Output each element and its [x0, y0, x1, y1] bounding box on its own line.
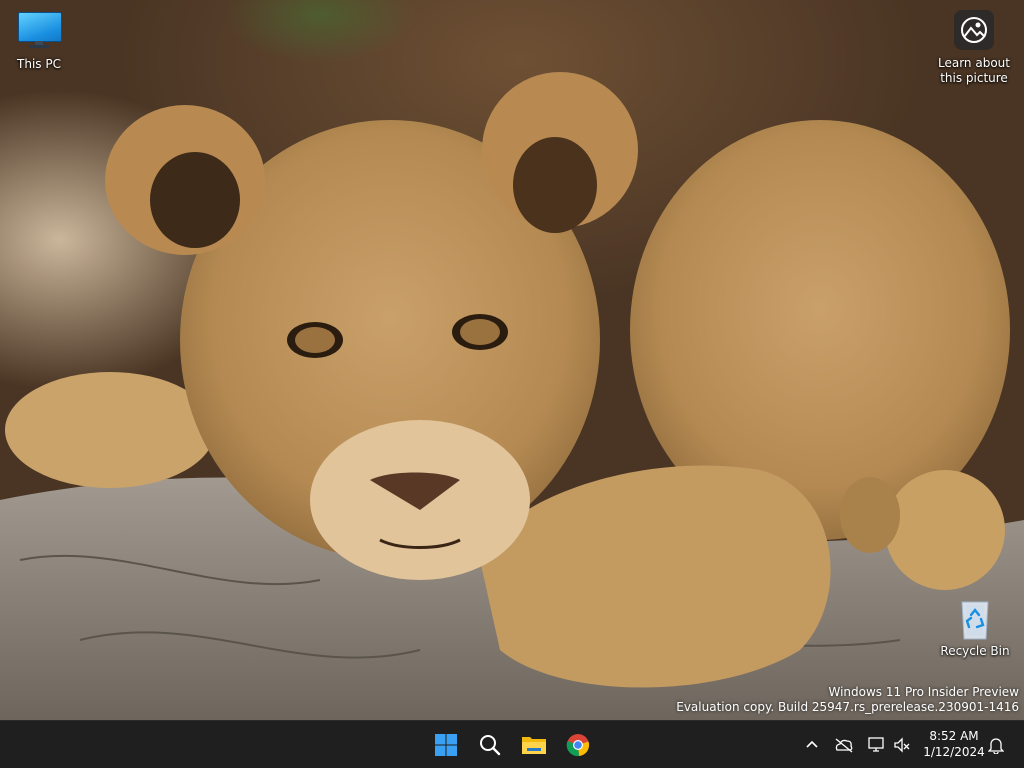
taskbar: 8:52 AM 1/12/2024 [0, 720, 1024, 768]
show-hidden-icons-button[interactable] [800, 733, 824, 757]
desktop-icon-this-pc[interactable]: This PC [1, 10, 77, 72]
start-button[interactable] [426, 725, 466, 765]
desktop-icon-label: This PC [17, 57, 61, 71]
learn-about-picture-icon [954, 10, 994, 50]
desktop-icon-recycle-bin[interactable]: Recycle Bin [937, 597, 1013, 659]
notification-bell-icon [988, 738, 1004, 754]
clock[interactable]: 8:52 AM 1/12/2024 [918, 728, 990, 760]
clock-date: 1/12/2024 [923, 745, 985, 759]
watermark-edition: Windows 11 Pro Insider Preview [828, 685, 1019, 699]
chevron-up-icon [806, 740, 818, 748]
network-icon [835, 738, 853, 753]
desktop-icon-label: Recycle Bin [940, 644, 1010, 658]
volume-muted-icon [894, 737, 910, 753]
chrome-button[interactable] [558, 725, 598, 765]
display-settings-button[interactable] [865, 733, 889, 757]
desktop-icon-label-line2: this picture [940, 71, 1008, 85]
volume-button[interactable] [890, 733, 914, 757]
windows-build-watermark: Windows 11 Pro Insider Preview Evaluatio… [676, 685, 1019, 715]
this-pc-icon [17, 10, 62, 54]
file-explorer-button[interactable] [514, 725, 554, 765]
watermark-build: Evaluation copy. Build 25947.rs_prerelea… [676, 700, 1019, 714]
windows-start-icon [435, 734, 457, 756]
network-status-button[interactable] [832, 733, 856, 757]
notifications-button[interactable] [984, 733, 1008, 757]
display-icon [868, 737, 884, 752]
wallpaper-lion-cub-art [0, 72, 1024, 720]
desktop-wallpaper [0, 0, 1024, 720]
search-icon [480, 735, 501, 756]
search-button[interactable] [470, 725, 510, 765]
recycle-bin-icon [953, 597, 997, 641]
desktop-icon-label-line1: Learn about [938, 56, 1010, 70]
folder-icon [522, 737, 546, 754]
clock-time: 8:52 AM [929, 729, 979, 743]
desktop-icon-learn-about-picture[interactable]: Learn about this picture [936, 10, 1012, 86]
chrome-icon [566, 734, 590, 757]
